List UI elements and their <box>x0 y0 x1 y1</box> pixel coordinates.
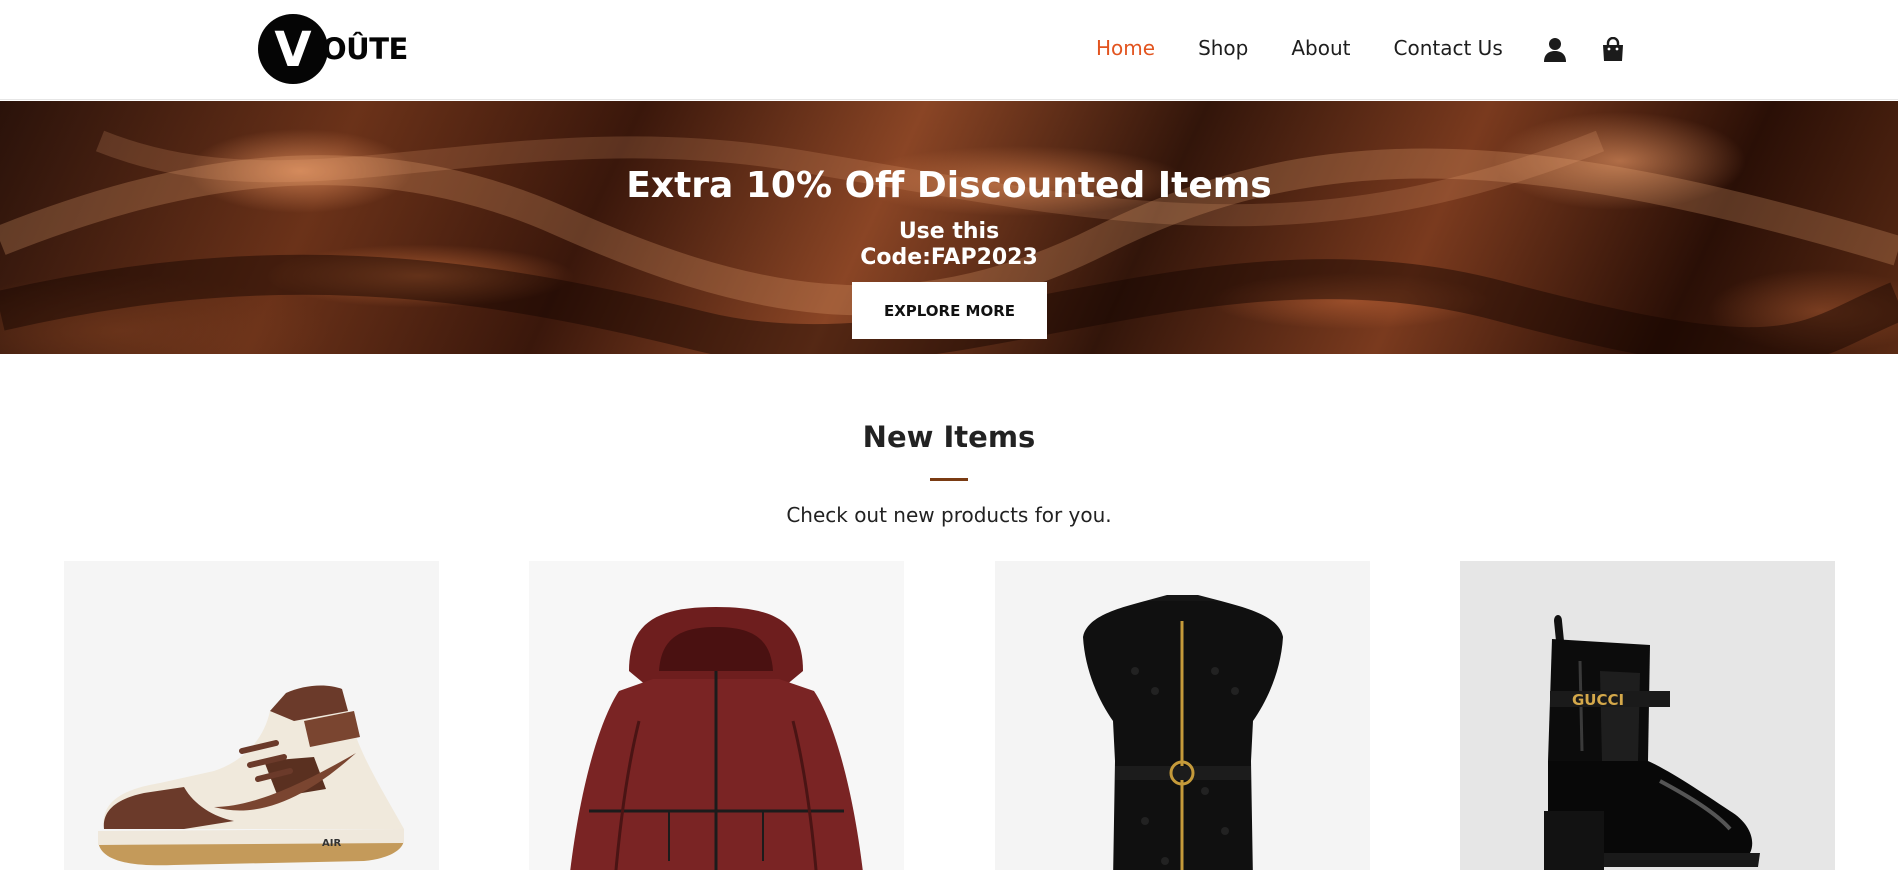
new-items-subtitle: Check out new products for you. <box>786 503 1112 527</box>
promo-banner: Extra 10% Off Discounted Items Use this … <box>0 101 1898 354</box>
jacket-image <box>570 607 863 870</box>
hero-subtitle-line1: Use this <box>898 219 1000 244</box>
boot-image: GUCCI <box>1544 615 1760 870</box>
explore-more-button[interactable]: EXPLORE MORE <box>852 282 1047 339</box>
nav-home[interactable]: Home <box>1096 36 1155 60</box>
shopping-bag-icon[interactable] <box>1600 36 1626 64</box>
sneaker-image: AIR <box>98 685 404 866</box>
title-divider <box>930 478 968 481</box>
nav-about[interactable]: About <box>1291 36 1350 60</box>
product-card-sneaker[interactable]: AIR <box>64 561 439 870</box>
boot-brand-text: GUCCI <box>1572 691 1624 709</box>
nav-shop[interactable]: Shop <box>1198 36 1248 60</box>
hero-title: Extra 10% Off Discounted Items <box>626 165 1272 206</box>
logo-wordmark: OÛTE <box>322 32 408 66</box>
product-card-boot[interactable]: GUCCI <box>1460 561 1835 870</box>
product-card-dress[interactable] <box>995 561 1370 870</box>
hero-promo-code: Code:FAP2023 <box>860 245 1038 270</box>
sneaker-air-text: AIR <box>322 838 341 849</box>
nav-contact-us[interactable]: Contact Us <box>1394 36 1503 60</box>
dress-image <box>1083 595 1283 870</box>
main-menu: Home Shop About Contact Us <box>1096 36 1546 60</box>
logo-letter: V <box>274 22 312 78</box>
brand-logo[interactable]: V OÛTE <box>258 14 408 84</box>
top-navbar: V OÛTE Home Shop About Contact Us <box>0 0 1898 100</box>
hero-content: Extra 10% Off Discounted Items Use this … <box>0 101 1898 354</box>
hero-subtitle: Use this Code:FAP2023 <box>849 219 1049 271</box>
logo-circle: V <box>258 14 328 84</box>
product-card-jacket[interactable] <box>529 561 904 870</box>
user-icon[interactable] <box>1542 36 1568 64</box>
new-items-title: New Items <box>862 420 1036 454</box>
